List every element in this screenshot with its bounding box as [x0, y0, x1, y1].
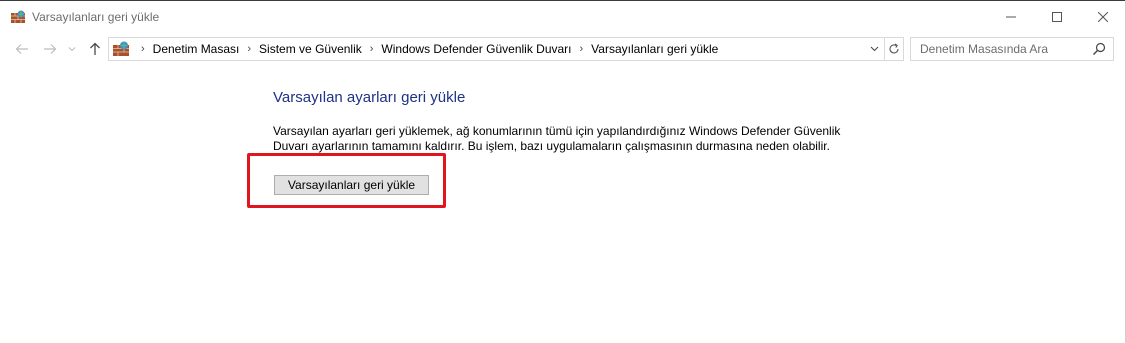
- forward-button[interactable]: [40, 39, 60, 59]
- chevron-right-icon[interactable]: ›: [247, 43, 251, 55]
- arrow-left-icon: [15, 44, 28, 54]
- search-icon[interactable]: [1091, 41, 1107, 57]
- chevron-right-icon[interactable]: ›: [580, 43, 584, 55]
- back-button[interactable]: [12, 39, 32, 59]
- restore-defaults-button[interactable]: Varsayılanları geri yükle: [274, 175, 429, 195]
- address-bar[interactable]: › Denetim Masası › Sistem ve Güvenlik › …: [108, 37, 904, 61]
- description-text: Varsayılan ayarları geri yüklemek, ağ ko…: [273, 124, 873, 154]
- description-line-2: Duvarı ayarlarının tamamını kaldırır. Bu…: [273, 139, 830, 153]
- refresh-icon: [889, 43, 899, 54]
- search-placeholder: Denetim Masasında Ara: [920, 42, 1049, 56]
- chevron-down-icon: [870, 46, 878, 52]
- close-icon: [1098, 12, 1108, 22]
- chevron-down-icon: [68, 47, 76, 52]
- maximize-icon: [1052, 12, 1062, 22]
- title-bar: Varsayılanları geri yükle: [0, 1, 1126, 33]
- chevron-right-icon[interactable]: ›: [370, 43, 374, 55]
- arrow-right-icon: [44, 44, 57, 54]
- description-line-1: Varsayılan ayarları geri yüklemek, ağ ko…: [273, 124, 841, 138]
- page-heading: Varsayılan ayarları geri yükle: [273, 89, 466, 106]
- breadcrumb-item-firewall[interactable]: Windows Defender Güvenlik Duvarı: [381, 42, 571, 56]
- main-content: Varsayılan ayarları geri yükle Varsayıla…: [0, 65, 1126, 343]
- search-input[interactable]: Denetim Masasında Ara: [910, 37, 1114, 61]
- breadcrumb-item-control-panel[interactable]: Denetim Masası: [153, 42, 240, 56]
- chevron-right-icon: ›: [141, 43, 145, 55]
- breadcrumb: › Denetim Masası › Sistem ve Güvenlik › …: [133, 38, 718, 60]
- breadcrumb-item-restore-defaults[interactable]: Varsayılanları geri yükle: [591, 42, 718, 56]
- up-button[interactable]: [85, 39, 105, 59]
- firewall-icon: [11, 10, 25, 24]
- minimize-button[interactable]: [988, 2, 1034, 32]
- firewall-icon: [113, 41, 129, 57]
- maximize-button[interactable]: [1034, 2, 1080, 32]
- address-history-button[interactable]: [865, 38, 883, 60]
- breadcrumb-item-system-security[interactable]: Sistem ve Güvenlik: [259, 42, 362, 56]
- refresh-button[interactable]: [884, 38, 903, 60]
- recent-locations-button[interactable]: [64, 39, 80, 59]
- navigation-bar: › Denetim Masası › Sistem ve Güvenlik › …: [0, 33, 1126, 65]
- window-title: Varsayılanları geri yükle: [32, 10, 160, 24]
- minimize-icon: [1006, 16, 1016, 18]
- close-button[interactable]: [1080, 2, 1126, 32]
- arrow-up-icon: [90, 42, 100, 55]
